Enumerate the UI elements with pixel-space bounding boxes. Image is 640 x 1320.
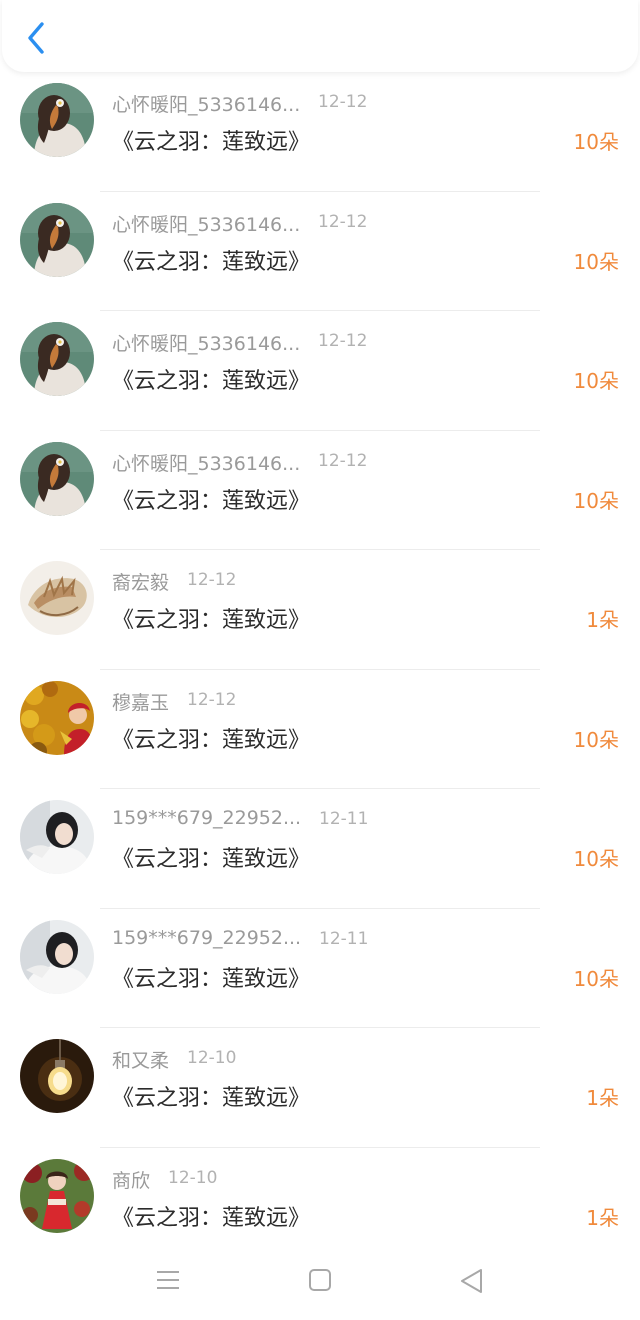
flower-count: 10朵 bbox=[573, 847, 619, 871]
avatar[interactable] bbox=[20, 1039, 94, 1113]
record-date: 12-12 bbox=[187, 570, 237, 590]
user-name[interactable]: 159***679_22952... bbox=[112, 807, 301, 829]
user-name[interactable]: 和又柔 bbox=[112, 1046, 169, 1073]
avatar[interactable] bbox=[20, 1158, 94, 1233]
record-date: 12-12 bbox=[318, 331, 368, 351]
user-name[interactable]: 心怀暖阳_5336146... bbox=[112, 90, 300, 117]
back-triangle-icon[interactable] bbox=[459, 1268, 485, 1294]
record-date: 12-12 bbox=[187, 689, 237, 710]
flower-count: 1朵 bbox=[586, 1205, 619, 1230]
list-item[interactable]: 159***679_22952... 12-11 《云之羽：莲致远》 10朵 bbox=[0, 909, 640, 1028]
user-name[interactable]: 心怀暖阳_5336146... bbox=[112, 329, 300, 356]
user-name[interactable]: 心怀暖阳_5336146... bbox=[112, 210, 300, 237]
record-date: 12-11 bbox=[319, 928, 369, 949]
screen: 心怀暖阳_5336146... 12-12 《云之羽：莲致远》 10朵 心怀暖阳_533… bbox=[0, 0, 640, 1320]
list-item[interactable]: 心怀暖阳_5336146... 12-12 《云之羽：莲致远》 10朵 bbox=[0, 72, 640, 192]
avatar[interactable] bbox=[20, 441, 94, 516]
user-name[interactable]: 159***679_22952... bbox=[112, 927, 301, 949]
gift-title: 《云之羽：莲致远》 bbox=[112, 488, 311, 514]
record-date: 12-12 bbox=[318, 450, 368, 471]
home-square-icon[interactable] bbox=[308, 1268, 332, 1292]
top-bar bbox=[2, 0, 638, 72]
gift-title: 《云之羽：莲致远》 bbox=[112, 1086, 311, 1111]
gift-title: 《云之羽：莲致远》 bbox=[112, 847, 311, 872]
flower-count: 10朵 bbox=[573, 488, 619, 513]
flower-count: 10朵 bbox=[573, 727, 619, 752]
flower-count: 10朵 bbox=[573, 369, 619, 393]
avatar[interactable] bbox=[20, 83, 94, 157]
avatar[interactable] bbox=[20, 800, 94, 874]
list-item[interactable]: 心怀暖阳_5336146... 12-12 《云之羽：莲致远》 10朵 bbox=[0, 192, 640, 311]
record-date: 12-10 bbox=[168, 1167, 218, 1188]
avatar[interactable] bbox=[20, 322, 94, 396]
record-date: 12-12 bbox=[318, 211, 368, 232]
list-item[interactable]: 159***679_22952... 12-11 《云之羽：莲致远》 10朵 bbox=[0, 789, 640, 909]
avatar[interactable] bbox=[20, 561, 94, 635]
user-name[interactable]: 商欣 bbox=[112, 1166, 150, 1193]
chevron-left-icon bbox=[28, 22, 44, 54]
system-nav-bar bbox=[0, 1240, 640, 1320]
gift-title: 《云之羽：莲致远》 bbox=[112, 1205, 311, 1231]
avatar[interactable] bbox=[20, 919, 94, 994]
list-item[interactable]: 心怀暖阳_5336146... 12-12 《云之羽：莲致远》 10朵 bbox=[0, 431, 640, 550]
flower-count: 10朵 bbox=[573, 130, 619, 154]
flower-count: 1朵 bbox=[586, 1086, 619, 1110]
back-button[interactable] bbox=[22, 20, 54, 56]
user-name[interactable]: 穆嘉玉 bbox=[112, 688, 169, 715]
avatar[interactable] bbox=[20, 680, 94, 755]
record-date: 12-11 bbox=[319, 809, 369, 829]
gift-title: 《云之羽：莲致远》 bbox=[112, 130, 311, 155]
gift-title: 《云之羽：莲致远》 bbox=[112, 608, 311, 633]
list-item[interactable]: 和又柔 12-10 《云之羽：莲致远》 1朵 bbox=[0, 1028, 640, 1148]
flower-count: 1朵 bbox=[586, 608, 619, 632]
gift-title: 《云之羽：莲致远》 bbox=[112, 966, 311, 992]
list-item[interactable]: 裔宏毅 12-12 《云之羽：莲致远》 1朵 bbox=[0, 550, 640, 670]
flower-count: 10朵 bbox=[573, 966, 619, 991]
gift-title: 《云之羽：莲致远》 bbox=[112, 249, 311, 275]
list-item[interactable]: 心怀暖阳_5336146... 12-12 《云之羽：莲致远》 10朵 bbox=[0, 311, 640, 431]
gift-title: 《云之羽：莲致远》 bbox=[112, 727, 311, 753]
gift-title: 《云之羽：莲致远》 bbox=[112, 369, 311, 394]
user-name[interactable]: 裔宏毅 bbox=[112, 568, 169, 595]
avatar[interactable] bbox=[20, 202, 94, 277]
flower-count: 10朵 bbox=[573, 249, 619, 274]
record-date: 12-10 bbox=[187, 1048, 237, 1068]
menu-icon[interactable] bbox=[155, 1268, 181, 1292]
user-name[interactable]: 心怀暖阳_5336146... bbox=[112, 449, 300, 476]
record-date: 12-12 bbox=[318, 92, 368, 112]
list-item[interactable]: 穆嘉玉 12-12 《云之羽：莲致远》 10朵 bbox=[0, 670, 640, 789]
